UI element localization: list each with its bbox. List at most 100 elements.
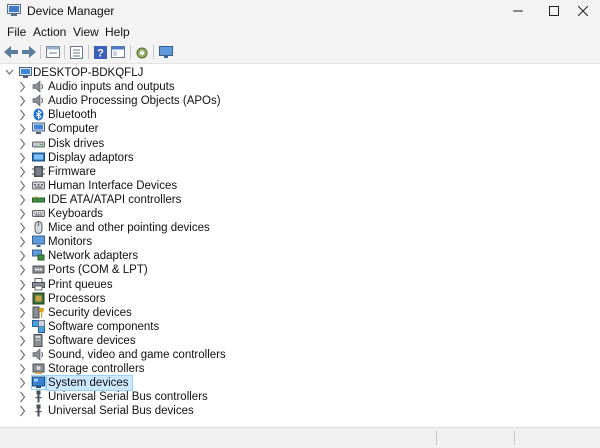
- details-button[interactable]: [67, 43, 85, 61]
- tree-node-label: Universal Serial Bus devices: [48, 405, 194, 418]
- tree-node[interactable]: Network adapters: [0, 249, 600, 263]
- tree-node[interactable]: Human Interface Devices: [0, 179, 600, 193]
- usb-icon: [35, 390, 42, 403]
- computer-icon: [32, 122, 45, 135]
- expand-chevron-icon[interactable]: [18, 264, 27, 276]
- expand-chevron-icon[interactable]: [18, 250, 27, 262]
- properties-button[interactable]: [44, 43, 62, 61]
- help-button[interactable]: ?: [91, 43, 109, 61]
- toolbar-separator: [130, 45, 131, 59]
- close-button[interactable]: [560, 0, 600, 22]
- speaker-icon: [32, 80, 43, 93]
- tree-root-label: DESKTOP-BDKQFLJ: [33, 67, 144, 79]
- tree-node[interactable]: Display adaptors: [0, 151, 600, 165]
- expand-chevron-icon[interactable]: [18, 321, 27, 333]
- tree-node[interactable]: Processors: [0, 292, 600, 306]
- ide-controller-icon: [32, 196, 45, 203]
- tree-node-label: Network adapters: [48, 250, 139, 263]
- expand-chevron-icon[interactable]: [18, 377, 27, 389]
- device-tree: DESKTOP-BDKQFLJ Audio inputs and outputs A…: [0, 64, 600, 424]
- expand-chevron-icon[interactable]: [18, 180, 27, 192]
- monitor-icon: [159, 45, 173, 58]
- expand-chevron-icon[interactable]: [18, 405, 27, 417]
- tree-node-label: Human Interface Devices: [48, 179, 178, 192]
- expand-chevron-icon[interactable]: [18, 194, 27, 206]
- expand-chevron-icon[interactable]: [18, 335, 27, 347]
- menu-view[interactable]: View: [73, 25, 99, 39]
- menu-action[interactable]: Action: [33, 25, 66, 39]
- expand-chevron-icon[interactable]: [18, 95, 27, 107]
- tree-node-label: Security devices: [48, 306, 132, 319]
- tree-root-node[interactable]: DESKTOP-BDKQFLJ: [0, 66, 600, 80]
- network-adapter-icon: [32, 249, 45, 261]
- tree-node[interactable]: Mice and other pointing devices: [0, 221, 600, 235]
- firmware-icon: [32, 165, 45, 177]
- display-button[interactable]: [157, 43, 175, 61]
- tree-node[interactable]: Computer: [0, 122, 600, 136]
- tree-node[interactable]: Bluetooth: [0, 108, 600, 122]
- expand-chevron-icon[interactable]: [18, 208, 27, 220]
- hid-icon: [32, 181, 45, 190]
- tree-node[interactable]: Software components: [0, 319, 600, 334]
- expand-chevron-icon[interactable]: [18, 307, 27, 319]
- tree-node[interactable]: Monitors: [0, 235, 600, 249]
- expand-chevron-icon[interactable]: [18, 123, 27, 135]
- scan-hardware-icon: [136, 47, 148, 58]
- tree-node[interactable]: Audio Processing Objects (APOs): [0, 94, 600, 108]
- expand-chevron-icon[interactable]: [18, 349, 27, 361]
- menu-file[interactable]: File: [7, 25, 26, 39]
- software-component-icon: [32, 319, 45, 333]
- details-icon: [69, 45, 83, 59]
- tree-node[interactable]: Universal Serial Bus controllers: [0, 390, 600, 404]
- scan-hardware-button[interactable]: [133, 43, 151, 61]
- expand-chevron-icon[interactable]: [18, 152, 27, 164]
- tree-node-label: Ports (COM & LPT): [48, 264, 148, 277]
- tree-node-label: Monitors: [48, 236, 93, 249]
- expand-chevron-icon[interactable]: [18, 236, 27, 248]
- mouse-icon: [34, 221, 43, 235]
- close-icon: [578, 6, 588, 16]
- tree-node-label: Storage controllers: [48, 363, 145, 376]
- tree-node[interactable]: Keyboards: [0, 207, 600, 221]
- expand-chevron-icon[interactable]: [18, 138, 27, 150]
- speaker-icon: [32, 348, 43, 361]
- port-icon: [32, 265, 45, 274]
- tree-node[interactable]: Ports (COM & LPT): [0, 263, 600, 277]
- menu-help[interactable]: Help: [105, 25, 130, 39]
- tree-node-label: Display adaptors: [48, 151, 134, 164]
- expand-chevron-icon[interactable]: [18, 293, 27, 305]
- tree-node-label: Software components: [48, 320, 160, 333]
- processor-icon: [32, 292, 45, 305]
- expand-chevron-icon[interactable]: [18, 109, 27, 121]
- tree-node[interactable]: Firmware: [0, 165, 600, 179]
- tree-node[interactable]: Storage controllers: [0, 362, 600, 376]
- maximize-icon: [549, 6, 559, 16]
- expand-chevron-icon[interactable]: [18, 279, 27, 291]
- view-button[interactable]: [109, 43, 127, 61]
- tree-node[interactable]: Security devices: [0, 306, 600, 320]
- monitor-icon: [32, 235, 45, 248]
- tree-node[interactable]: IDE ATA/ATAPI controllers: [0, 193, 600, 207]
- tree-node[interactable]: Disk drives: [0, 137, 600, 151]
- expand-chevron-icon[interactable]: [18, 363, 27, 375]
- expand-chevron-icon[interactable]: [18, 166, 27, 178]
- tree-node[interactable]: Universal Serial Bus devices: [0, 404, 600, 418]
- tree-node[interactable]: Audio inputs and outputs: [0, 80, 600, 94]
- keyboard-icon: [32, 210, 45, 217]
- collapse-chevron-icon[interactable]: [5, 67, 14, 79]
- back-button[interactable]: [2, 43, 20, 61]
- tree-node[interactable]: Print queues: [0, 277, 600, 292]
- properties-icon: [46, 46, 60, 58]
- software-device-icon: [33, 333, 43, 347]
- expand-chevron-icon[interactable]: [18, 222, 27, 234]
- tree-node[interactable]: Software devices: [0, 333, 600, 348]
- expand-chevron-icon[interactable]: [18, 391, 27, 403]
- status-divider: [436, 431, 437, 445]
- tree-node[interactable]: System devices: [0, 375, 600, 392]
- forward-button[interactable]: [20, 43, 38, 61]
- menu-bar: File Action View Help: [0, 22, 600, 41]
- tree-node-label: Universal Serial Bus controllers: [48, 391, 208, 404]
- tree-node[interactable]: Sound, video and game controllers: [0, 348, 600, 362]
- expand-chevron-icon[interactable]: [18, 81, 27, 93]
- tree-node-label: System devices: [48, 377, 129, 390]
